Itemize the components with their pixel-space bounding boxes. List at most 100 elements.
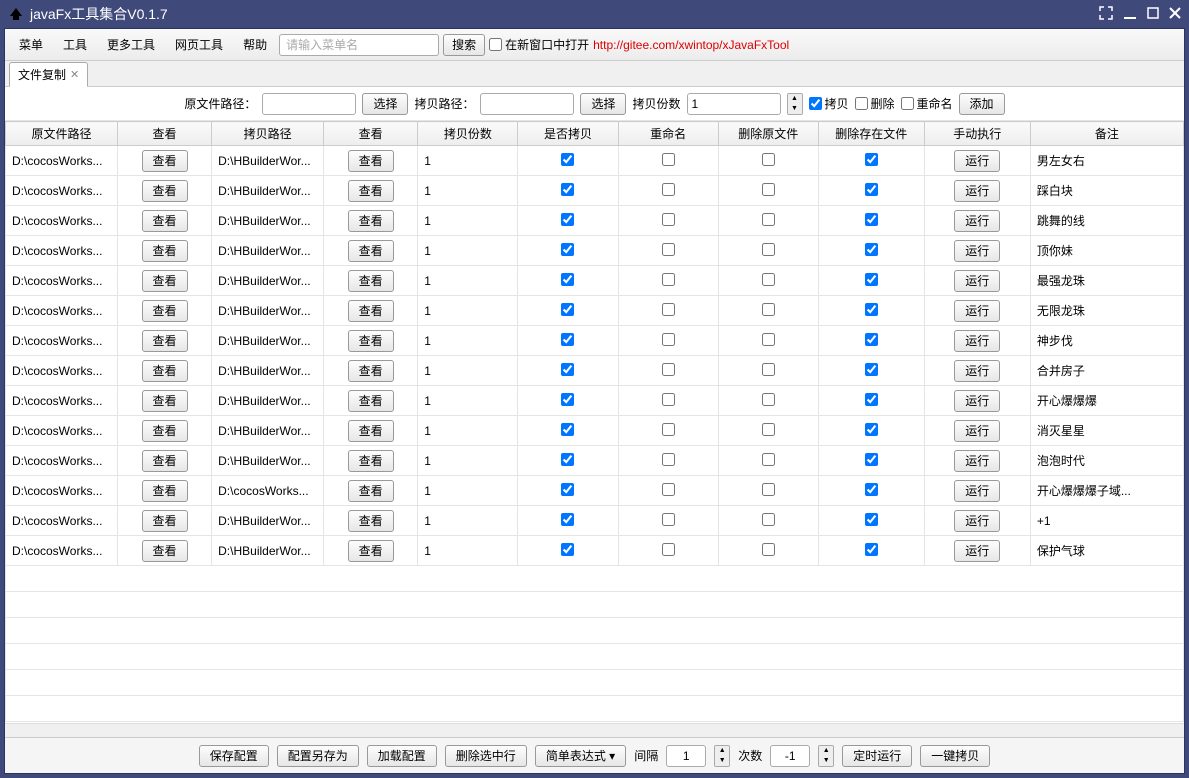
run-button[interactable]: 运行 — [954, 300, 1000, 322]
menu-item[interactable]: 更多工具 — [99, 32, 163, 57]
view-dst-button[interactable]: 查看 — [348, 330, 394, 352]
rename-checkbox[interactable] — [662, 273, 675, 286]
copy-checkbox[interactable] — [561, 513, 574, 526]
copy-checkbox[interactable] — [561, 543, 574, 556]
delete-exist-checkbox[interactable] — [865, 483, 878, 496]
view-dst-button[interactable]: 查看 — [348, 210, 394, 232]
view-src-button[interactable]: 查看 — [142, 270, 188, 292]
timer-run-button[interactable]: 定时运行 — [842, 745, 912, 767]
delete-exist-checkbox[interactable] — [865, 363, 878, 376]
delete-exist-checkbox[interactable] — [865, 333, 878, 346]
column-header[interactable]: 重命名 — [618, 122, 718, 146]
delete-exist-checkbox[interactable] — [865, 543, 878, 556]
rename-checkbox[interactable] — [662, 393, 675, 406]
delete-src-checkbox[interactable] — [762, 183, 775, 196]
rename-checkbox[interactable]: 重命名 — [901, 95, 953, 112]
copy-count-input[interactable] — [687, 93, 781, 115]
copy-all-button[interactable]: 一键拷贝 — [920, 745, 990, 767]
copy-checkbox[interactable] — [561, 243, 574, 256]
run-button[interactable]: 运行 — [954, 420, 1000, 442]
rename-checkbox[interactable] — [662, 183, 675, 196]
rename-checkbox[interactable] — [662, 153, 675, 166]
rename-checkbox[interactable] — [662, 483, 675, 496]
horizontal-scrollbar[interactable] — [5, 723, 1184, 737]
view-src-button[interactable]: 查看 — [142, 540, 188, 562]
rename-checkbox[interactable] — [662, 303, 675, 316]
copy-checkbox[interactable] — [561, 183, 574, 196]
copy-checkbox[interactable] — [561, 363, 574, 376]
run-button[interactable]: 运行 — [954, 480, 1000, 502]
view-dst-button[interactable]: 查看 — [348, 420, 394, 442]
run-button[interactable]: 运行 — [954, 540, 1000, 562]
table-row[interactable]: D:\cocosWorks...查看D:\HBuilderWor...查看1运行… — [6, 326, 1184, 356]
src-path-input[interactable] — [262, 93, 356, 115]
view-dst-button[interactable]: 查看 — [348, 360, 394, 382]
table-row[interactable]: D:\cocosWorks...查看D:\HBuilderWor...查看1运行… — [6, 206, 1184, 236]
delete-src-checkbox[interactable] — [762, 273, 775, 286]
delete-exist-checkbox[interactable] — [865, 243, 878, 256]
delete-exist-checkbox[interactable] — [865, 213, 878, 226]
run-button[interactable]: 运行 — [954, 270, 1000, 292]
column-header[interactable]: 手动执行 — [924, 122, 1030, 146]
delete-src-checkbox[interactable] — [762, 213, 775, 226]
interval-spinner[interactable]: ▲▼ — [714, 745, 730, 767]
menu-item[interactable]: 帮助 — [235, 32, 275, 57]
delete-src-checkbox[interactable] — [762, 543, 775, 556]
run-button[interactable]: 运行 — [954, 510, 1000, 532]
copy-checkbox[interactable] — [561, 483, 574, 496]
delete-src-checkbox[interactable] — [762, 153, 775, 166]
rename-checkbox[interactable] — [662, 453, 675, 466]
copy-checkbox[interactable] — [561, 423, 574, 436]
run-button[interactable]: 运行 — [954, 450, 1000, 472]
view-dst-button[interactable]: 查看 — [348, 180, 394, 202]
rename-checkbox[interactable] — [662, 243, 675, 256]
view-src-button[interactable]: 查看 — [142, 480, 188, 502]
view-src-button[interactable]: 查看 — [142, 300, 188, 322]
run-button[interactable]: 运行 — [954, 180, 1000, 202]
fullscreen-icon[interactable] — [1099, 6, 1113, 23]
rename-checkbox[interactable] — [662, 333, 675, 346]
delete-src-checkbox[interactable] — [762, 363, 775, 376]
table-row[interactable]: D:\cocosWorks...查看D:\HBuilderWor...查看1运行… — [6, 146, 1184, 176]
open-new-window-checkbox[interactable]: 在新窗口中打开 — [489, 36, 589, 53]
menu-item[interactable]: 工具 — [55, 32, 95, 57]
delete-exist-checkbox[interactable] — [865, 273, 878, 286]
view-dst-button[interactable]: 查看 — [348, 540, 394, 562]
delete-exist-checkbox[interactable] — [865, 453, 878, 466]
view-src-button[interactable]: 查看 — [142, 210, 188, 232]
table-row[interactable]: D:\cocosWorks...查看D:\HBuilderWor...查看1运行… — [6, 506, 1184, 536]
times-input[interactable] — [770, 745, 810, 767]
delete-exist-checkbox[interactable] — [865, 393, 878, 406]
rename-checkbox[interactable] — [662, 423, 675, 436]
table-row[interactable]: D:\cocosWorks...查看D:\HBuilderWor...查看1运行… — [6, 386, 1184, 416]
tab-file-copy[interactable]: 文件复制 ✕ — [9, 62, 88, 87]
run-button[interactable]: 运行 — [954, 390, 1000, 412]
view-src-button[interactable]: 查看 — [142, 510, 188, 532]
delete-src-checkbox[interactable] — [762, 483, 775, 496]
table-row[interactable]: D:\cocosWorks...查看D:\HBuilderWor...查看1运行… — [6, 416, 1184, 446]
rename-checkbox[interactable] — [662, 543, 675, 556]
minimize-icon[interactable] — [1123, 6, 1137, 23]
run-button[interactable]: 运行 — [954, 330, 1000, 352]
tab-close-icon[interactable]: ✕ — [70, 68, 79, 81]
src-select-button[interactable]: 选择 — [362, 93, 408, 115]
search-button[interactable]: 搜索 — [443, 34, 485, 56]
view-src-button[interactable]: 查看 — [142, 240, 188, 262]
delete-src-checkbox[interactable] — [762, 453, 775, 466]
table-row[interactable]: D:\cocosWorks...查看D:\HBuilderWor...查看1运行… — [6, 236, 1184, 266]
menu-item[interactable]: 菜单 — [11, 32, 51, 57]
delete-src-checkbox[interactable] — [762, 423, 775, 436]
run-button[interactable]: 运行 — [954, 150, 1000, 172]
column-header[interactable]: 查看 — [117, 122, 211, 146]
copy-checkbox[interactable] — [561, 453, 574, 466]
expression-button[interactable]: 简单表达式 ▾ — [535, 745, 626, 767]
view-dst-button[interactable]: 查看 — [348, 480, 394, 502]
column-header[interactable]: 拷贝份数 — [418, 122, 518, 146]
copy-checkbox[interactable] — [561, 153, 574, 166]
view-src-button[interactable]: 查看 — [142, 390, 188, 412]
table-row[interactable]: D:\cocosWorks...查看D:\cocosWorks...查看1运行开… — [6, 476, 1184, 506]
delete-src-checkbox[interactable] — [762, 393, 775, 406]
delete-src-checkbox[interactable] — [762, 303, 775, 316]
project-link[interactable]: http://gitee.com/xwintop/xJavaFxTool — [593, 38, 789, 52]
save-config-button[interactable]: 保存配置 — [199, 745, 269, 767]
